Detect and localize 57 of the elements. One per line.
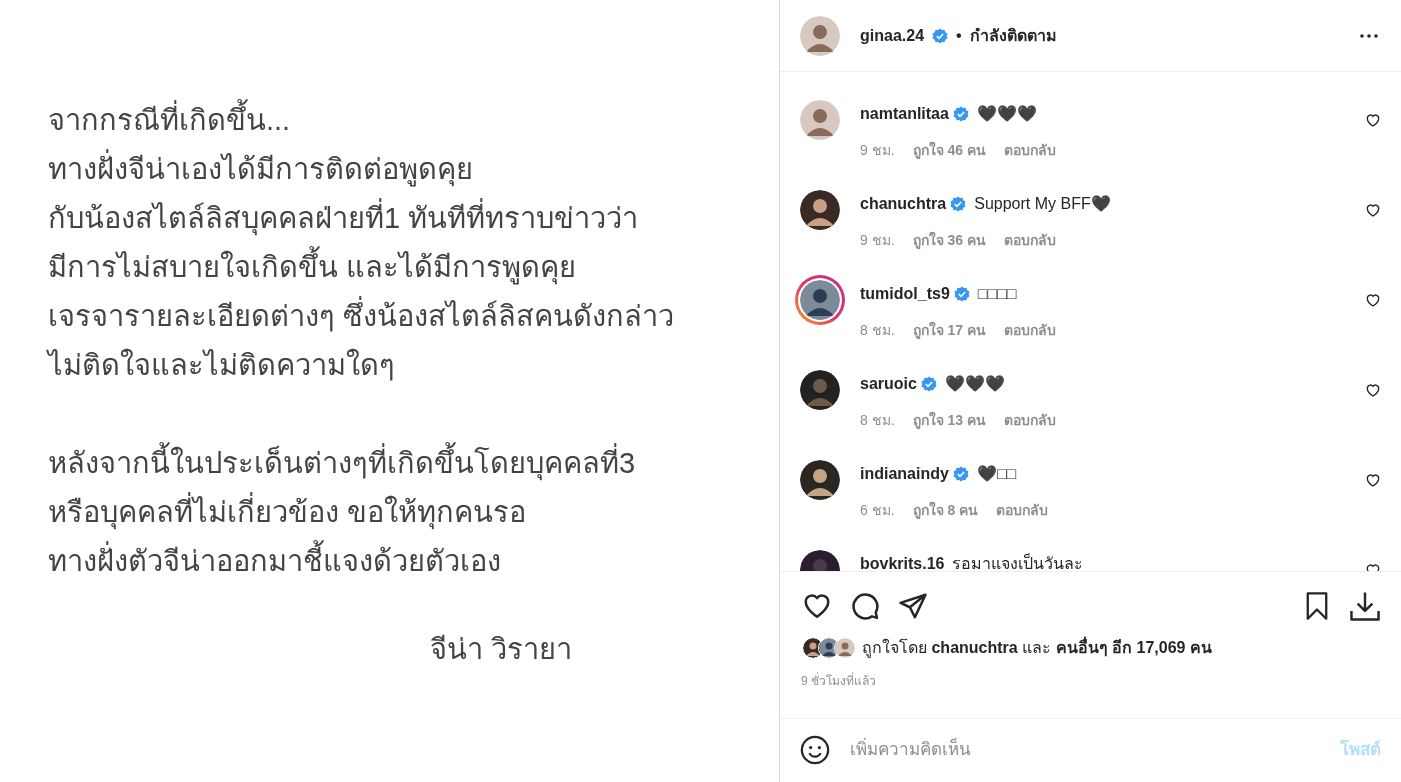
username-link[interactable]: ginaa.24 [860, 23, 925, 48]
heart-icon[interactable] [1365, 472, 1381, 488]
comment-username[interactable]: tumidol_ts9 [860, 282, 950, 306]
comment-likes[interactable]: ถูกใจ 13 คน [912, 410, 986, 431]
follow-status-button[interactable]: กำลังติดตาม [969, 23, 1057, 48]
reply-link[interactable]: ตอบกลับ [1003, 320, 1056, 341]
likes-summary: ถูกใจโดย chanuchtra และ คนอื่นๆ อีก 17,069 คน [862, 636, 1212, 660]
heart-icon[interactable] [1365, 382, 1381, 398]
separator-dot: • [956, 25, 962, 46]
comment-text: 🖤🖤🖤 [944, 374, 1005, 394]
avatar[interactable] [800, 370, 840, 410]
comment-text: □□□□ [977, 284, 1017, 304]
heart-icon[interactable] [1365, 112, 1381, 128]
heart-icon[interactable] [802, 591, 832, 621]
avatar[interactable] [800, 190, 840, 230]
statement-line: ทางฝั่งตัวจีน่าออกมาชี้แจงด้วยตัวเอง [48, 537, 501, 586]
comment-username[interactable]: bovkrits.16 [860, 552, 945, 571]
comment-text: 🖤□□ [976, 464, 1017, 484]
reply-link[interactable]: ตอบกลับ [1003, 410, 1056, 431]
signature: จีน่า วิรายา [430, 632, 573, 667]
statement-line: ทางฝั่งจีน่าเองได้มีการติดต่อพูดคุย [48, 145, 473, 194]
statement-line: กับน้องสไตล์ลิสบุคคลฝ่ายที่1 ทันทีที่ทราบข่าวว่า [48, 194, 639, 243]
avatar [834, 637, 856, 659]
reply-link[interactable]: ตอบกลับ [996, 500, 1049, 521]
statement-line: หรือบุคคลที่ไม่เกี่ยวข้อง ขอให้ทุกคนรอ [48, 488, 527, 537]
avatar[interactable] [800, 460, 840, 500]
share-icon[interactable] [898, 591, 928, 621]
comment-username[interactable]: chanuchtra [860, 192, 947, 216]
heart-icon[interactable] [1365, 292, 1381, 308]
comment-time: 8 ชม. [860, 321, 895, 340]
comment-username[interactable]: saruoic [860, 372, 917, 396]
comment-likes[interactable]: ถูกใจ 17 คน [912, 320, 986, 341]
statement-line: จากกรณีที่เกิดขึ้น... [48, 96, 291, 145]
comment-text: 🖤🖤🖤 [976, 104, 1037, 124]
heart-icon[interactable] [1365, 202, 1381, 218]
comment-text: Support My BFF🖤 [974, 194, 1111, 214]
comment-time: 6 ชม. [860, 501, 895, 520]
statement-line: หลังจากนี้ในประเด็นต่างๆที่เกิดขึ้นโดยบุคคลที่3 [48, 439, 636, 488]
comment-text: รอมาแจงเป็นวันละ [952, 552, 1084, 571]
comment-time: 8 ชม. [860, 411, 895, 430]
comment-time: 9 ชม. [860, 231, 895, 250]
comment-time: 9 ชม. [860, 141, 895, 160]
reply-link[interactable]: ตอบกลับ [1003, 140, 1056, 161]
comment-icon[interactable] [850, 591, 880, 621]
download-icon[interactable] [1349, 590, 1381, 622]
emoji-icon[interactable] [800, 734, 830, 765]
statement-line: เจรจารายละเอียดต่างๆ ซึ่งน้องสไตล์ลิสคนดังกล่าว [48, 292, 675, 341]
comment-likes[interactable]: ถูกใจ 36 คน [912, 230, 986, 251]
comment-username[interactable]: namtanlitaa [860, 102, 949, 126]
statement-line: มีการไม่สบายใจเกิดขึ้น และได้มีการพูดคุย [48, 243, 577, 292]
comment-likes[interactable]: ถูกใจ 46 คน [912, 140, 986, 161]
post-time: 9 ชั่วโมงที่แล้ว [800, 671, 877, 690]
comment-likes[interactable]: ถูกใจ 8 คน [912, 500, 979, 521]
comment-username[interactable]: indianaindy [860, 462, 949, 486]
reply-link[interactable]: ตอบกลับ [1003, 230, 1056, 251]
story-ring[interactable] [795, 275, 845, 325]
statement-line: ไม่ติดใจและไม่ติดความใดๆ [48, 347, 395, 383]
